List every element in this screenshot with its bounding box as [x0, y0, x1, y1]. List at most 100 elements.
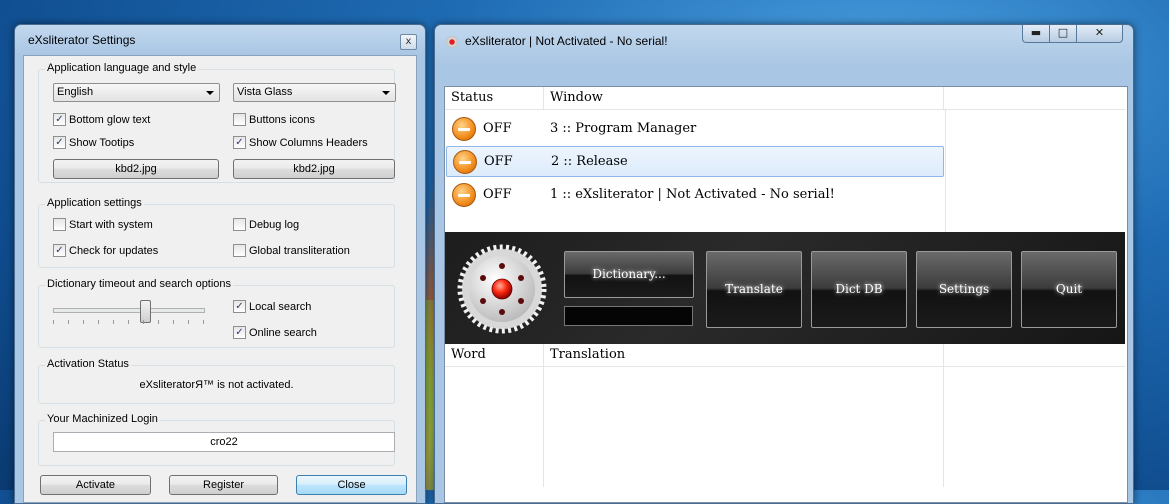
status-off-icon	[452, 182, 476, 207]
checkbox-label: Global transliteration	[249, 244, 350, 257]
checkbox-box[interactable]	[233, 113, 246, 126]
window-list-row[interactable]: OFF 2 :: Release	[446, 146, 944, 177]
group-title: Application settings	[45, 197, 144, 209]
activation-status-text: eXsliteratorЯ™ is not activated.	[139, 379, 294, 391]
gear-icon[interactable]	[457, 244, 547, 334]
local-search-checkbox[interactable]: ✓ Local search	[233, 300, 311, 313]
translation-column-header[interactable]: Translation	[550, 347, 625, 362]
row-window-name: 1 :: eXsliterator | Not Activated - No s…	[550, 187, 835, 202]
status-column-header[interactable]: Status	[451, 90, 493, 105]
list-gridline	[943, 367, 944, 487]
chevron-down-icon	[206, 91, 214, 95]
column-separator[interactable]	[943, 344, 944, 366]
checkbox-box[interactable]	[233, 218, 246, 231]
style-select[interactable]: Vista Glass	[233, 83, 396, 102]
caption-buttons: ▬ □ ✕	[1022, 25, 1123, 43]
checkbox-label: Debug log	[249, 218, 300, 231]
word-column-header[interactable]: Word	[451, 347, 486, 362]
settings-window: eXsliterator Settings x Application lang…	[14, 24, 426, 504]
status-off-icon	[452, 116, 476, 141]
register-button[interactable]: Register	[169, 475, 278, 495]
maximize-icon[interactable]: □	[1050, 25, 1077, 43]
row-status: OFF	[483, 121, 512, 136]
minimize-icon[interactable]: ▬	[1022, 25, 1050, 43]
column-separator[interactable]	[543, 344, 544, 366]
column-separator[interactable]	[543, 87, 544, 109]
translate-button[interactable]: Translate	[706, 251, 802, 328]
group-title: Activation Status	[45, 358, 131, 370]
activation-status-group: Activation Status eXsliteratorЯ™ is not …	[38, 358, 395, 404]
settings-button[interactable]: Settings	[916, 251, 1012, 328]
slider-ticks	[53, 320, 205, 324]
checkbox-label: Check for updates	[69, 244, 159, 257]
group-title: Application language and style	[45, 62, 199, 74]
column-separator[interactable]	[943, 87, 944, 109]
checkbox-box[interactable]: ✓	[53, 136, 66, 149]
checkbox-label: Bottom glow text	[69, 113, 151, 126]
main-window: eXsliterator | Not Activated - No serial…	[434, 24, 1134, 504]
login-field[interactable]: cro22	[53, 432, 395, 452]
start-with-system-checkbox[interactable]: Start with system	[53, 218, 153, 231]
image-left-button[interactable]: kbd2.jpg	[53, 159, 219, 179]
show-tooltips-checkbox[interactable]: ✓ Show Tootips	[53, 136, 134, 149]
settings-client-area: Application language and style English V…	[23, 55, 417, 503]
status-off-icon	[453, 149, 477, 174]
checkbox-box[interactable]	[53, 218, 66, 231]
window-list-row[interactable]: OFF 1 :: eXsliterator | Not Activated - …	[446, 179, 944, 210]
style-select-value: Vista Glass	[237, 86, 293, 98]
list-gridline	[543, 367, 544, 487]
dictionary-button[interactable]: Dictionary...	[564, 251, 694, 298]
settings-close-icon[interactable]: x	[400, 34, 417, 50]
close-icon[interactable]: ✕	[1077, 25, 1123, 43]
image-right-button[interactable]: kbd2.jpg	[233, 159, 395, 179]
application-settings-group: Application settings Start with system D…	[38, 197, 395, 268]
debug-log-checkbox[interactable]: Debug log	[233, 218, 299, 231]
row-status: OFF	[484, 154, 513, 169]
checkbox-label: Show Columns Headers	[249, 136, 368, 149]
dictionary-input[interactable]	[564, 306, 693, 326]
bottom-glow-text-checkbox[interactable]: ✓ Bottom glow text	[53, 113, 150, 126]
buttons-icons-checkbox[interactable]: Buttons icons	[233, 113, 315, 126]
group-title: Dictionary timeout and search options	[45, 278, 234, 290]
show-columns-headers-checkbox[interactable]: ✓ Show Columns Headers	[233, 136, 368, 149]
main-client-area: Status Window OFF 3 :: Program Manager O…	[444, 86, 1128, 503]
main-window-title: eXsliterator | Not Activated - No serial…	[465, 34, 668, 48]
settings-titlebar[interactable]: eXsliterator Settings	[15, 25, 425, 55]
checkbox-box[interactable]: ✓	[233, 300, 246, 313]
global-transliteration-checkbox[interactable]: Global transliteration	[233, 244, 350, 257]
row-window-name: 2 :: Release	[551, 154, 628, 169]
list-gridline	[945, 109, 946, 232]
dictionary-options-group: Dictionary timeout and search options ✓ …	[38, 278, 395, 348]
timeout-slider-track[interactable]	[53, 308, 205, 313]
settings-window-title: eXsliterator Settings	[28, 33, 136, 47]
online-search-checkbox[interactable]: ✓ Online search	[233, 326, 317, 339]
translation-list-header: Word Translation	[445, 344, 1125, 367]
window-column-header[interactable]: Window	[550, 90, 603, 105]
checkbox-label: Local search	[249, 300, 312, 313]
chevron-down-icon	[382, 91, 390, 95]
checkbox-box[interactable]: ✓	[233, 136, 246, 149]
checkbox-box[interactable]: ✓	[233, 326, 246, 339]
quit-button[interactable]: Quit	[1021, 251, 1117, 328]
app-icon	[446, 36, 458, 48]
activate-button[interactable]: Activate	[40, 475, 151, 495]
checkbox-box[interactable]: ✓	[53, 113, 66, 126]
checkbox-box[interactable]	[233, 244, 246, 257]
close-button[interactable]: Close	[296, 475, 407, 495]
language-select[interactable]: English	[53, 83, 220, 102]
window-list-header: Status Window	[445, 87, 1125, 110]
checkbox-label: Show Tootips	[69, 136, 135, 149]
language-select-value: English	[57, 86, 94, 98]
check-for-updates-checkbox[interactable]: ✓ Check for updates	[53, 244, 158, 257]
checkbox-label: Start with system	[69, 218, 153, 231]
row-status: OFF	[483, 187, 512, 202]
row-window-name: 3 :: Program Manager	[550, 121, 697, 136]
language-style-group: Application language and style English V…	[38, 62, 396, 183]
group-title: Your Machinized Login	[45, 413, 160, 425]
checkbox-label: Buttons icons	[249, 113, 316, 126]
window-list-row[interactable]: OFF 3 :: Program Manager	[446, 113, 944, 144]
checkbox-label: Online search	[249, 326, 317, 339]
dict-db-button[interactable]: Dict DB	[811, 251, 907, 328]
main-toolbar: Dictionary... Translate Dict DB Settings…	[445, 232, 1125, 344]
checkbox-box[interactable]: ✓	[53, 244, 66, 257]
